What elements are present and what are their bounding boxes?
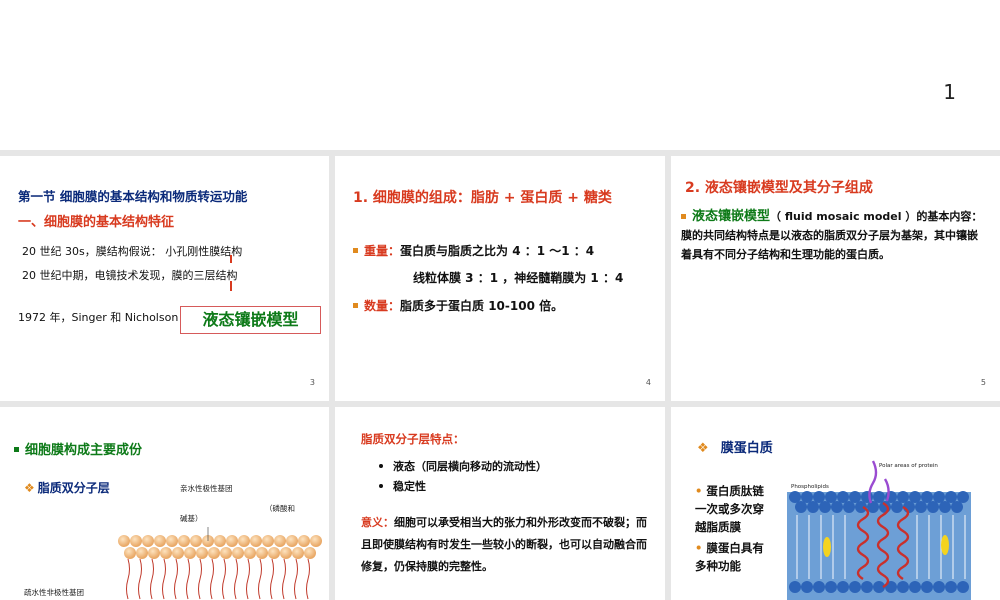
lipid-bilayer-label: ❖ 脂质双分子层 (24, 481, 110, 495)
bullet-icon (681, 213, 686, 219)
weight-detail: 线粒体膜 3 ：1 ，神经髓鞘膜为 1 ：4 (413, 271, 624, 285)
lipid-bilayer-illustration (118, 527, 324, 600)
protein-point-2: • 膜蛋白具有多种功能 (695, 541, 764, 573)
slide-number: 3 (309, 378, 315, 387)
feature-item-1: 液态（同层横向移动的流动性） (379, 458, 547, 474)
diamond-bullet-icon: ❖ (697, 441, 709, 456)
history-line-2: 20 世纪中期，电镜技术发现，膜的三层结构 (22, 269, 238, 282)
protein-point-1: • 蛋白质肽链一次或多次穿越脂质膜 (695, 484, 764, 534)
bullet-dot-icon: • (695, 484, 707, 498)
slide-thumbnail-8[interactable]: ❖ 膜蛋白质 • 蛋白质肽链一次或多次穿越脂质膜 • 膜蛋白具有多种功能 Pho… (671, 407, 1000, 600)
bullet-dot-icon (379, 484, 383, 488)
model-description: 液态镶嵌模型（ fluid mosaic model ）的基本内容： 膜的共同结… (681, 209, 983, 261)
slide-number: 5 (980, 378, 986, 387)
model-name-box: 液态镶嵌模型 (180, 306, 321, 334)
history-line-3: 1972 年，Singer 和 Nicholson (18, 311, 179, 324)
arrow-down-icon (230, 255, 232, 263)
section-title: 第一节 细胞膜的基本结构和物质转运功能 (18, 189, 248, 204)
model-heading: 2. 液态镶嵌模型及其分子组成 (685, 180, 873, 196)
polar-areas-label: Polar areas of protein (879, 463, 938, 469)
meaning-paragraph: 意义：细胞可以承受相当大的张力和外形改变而不破裂；而且即使膜结构有时发生一些较小… (361, 516, 647, 573)
bullet-dot-icon (379, 464, 383, 468)
membrane-protein-heading: ❖ 膜蛋白质 (697, 441, 773, 456)
weight-bullet: 重量：蛋白质与脂质之比为 4 ：1 ～1 ：4 (353, 242, 594, 259)
bilayer-features-heading: 脂质双分子层特点： (361, 432, 465, 446)
bullet-icon (14, 447, 19, 452)
arrow-down-icon (230, 281, 232, 291)
base-label: 碱基） (180, 514, 203, 523)
paren-label: （磷酸和 (265, 504, 295, 513)
bullet-dot-icon: • (695, 541, 707, 555)
slide-thumbnail-6[interactable]: 细胞膜构成主要成份 ❖ 脂质双分子层 亲水性极性基团 （磷酸和 碱基） 疏水性非极… (0, 407, 329, 600)
slide-thumbnail-7[interactable]: 脂质双分子层特点： 液态（同层横向移动的流动性） 稳定性 意义：细胞可以承受相当… (335, 407, 665, 600)
page-number: 1 (943, 80, 956, 104)
membrane-protein-illustration (787, 460, 971, 600)
slide-thumbnail-4[interactable]: 1. 细胞膜的组成：脂肪 + 蛋白质 + 糖类 重量：蛋白质与脂质之比为 4 ：… (335, 156, 665, 401)
diamond-bullet-icon: ❖ (24, 481, 35, 495)
hydrophilic-label: 亲水性极性基团 (180, 484, 233, 493)
bullet-icon (353, 303, 358, 308)
feature-item-2: 稳定性 (379, 478, 426, 494)
hydrophobic-label: 疏水性非极性基团 (24, 588, 84, 597)
phospholipids-label: Phospholipids (791, 484, 829, 490)
composition-heading: 1. 细胞膜的组成：脂肪 + 蛋白质 + 糖类 (353, 190, 612, 206)
bullet-icon (353, 248, 358, 253)
history-line-1: 20 世纪 30s，膜结构假说： 小孔刚性膜结构 (22, 245, 243, 258)
components-heading: 细胞膜构成主要成份 (14, 439, 142, 458)
count-bullet: 数量：脂质多于蛋白质 10-100 倍。 (353, 297, 563, 314)
subsection-title: 一、细胞膜的基本结构特征 (18, 215, 175, 230)
slide-thumbnail-3[interactable]: 第一节 细胞膜的基本结构和物质转运功能 一、细胞膜的基本结构特征 20 世纪 3… (0, 156, 329, 401)
slide-thumbnail-5[interactable]: 2. 液态镶嵌模型及其分子组成 液态镶嵌模型（ fluid mosaic mod… (671, 156, 1000, 401)
slide-number: 4 (645, 378, 651, 387)
